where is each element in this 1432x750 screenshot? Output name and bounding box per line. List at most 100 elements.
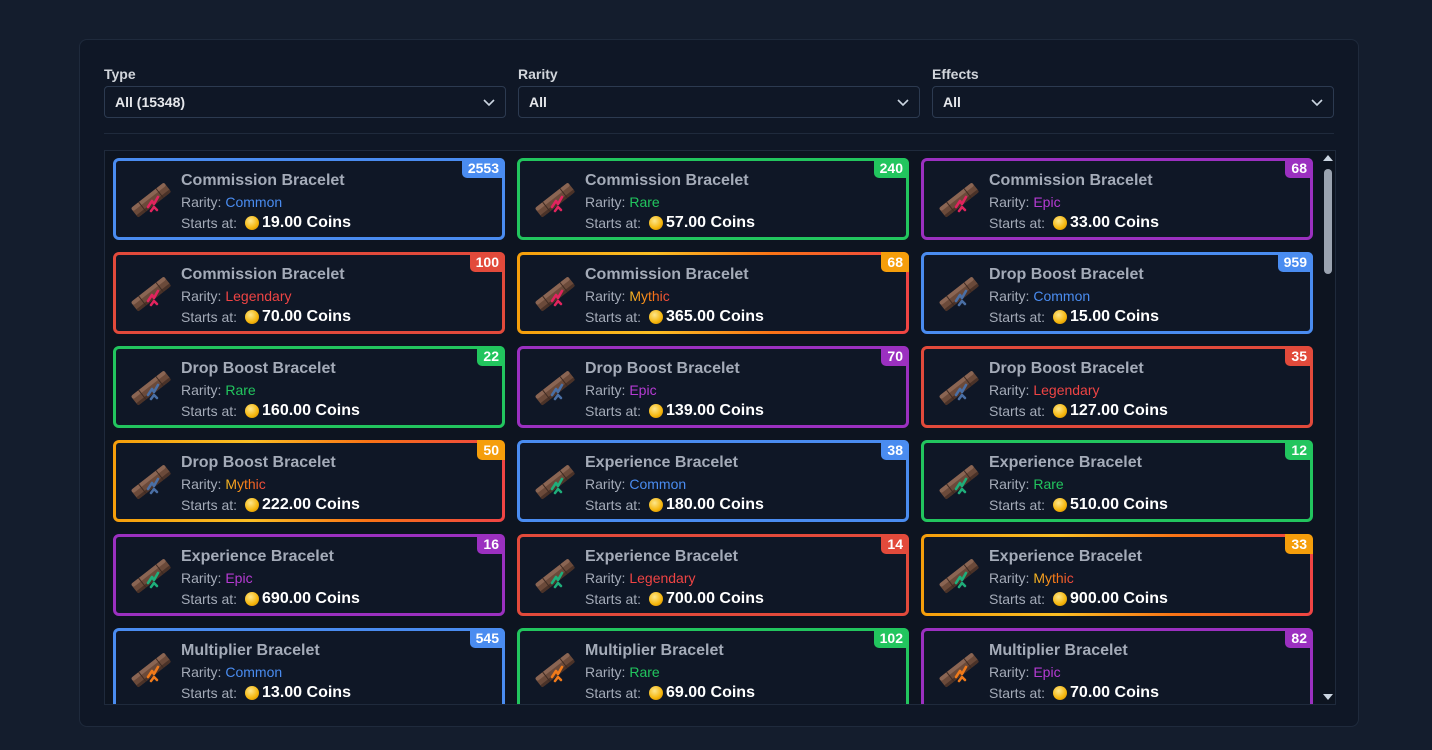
item-card[interactable]: 38 Experience Bracelet Rarity: Common Start…: [517, 440, 909, 522]
item-info: Drop Boost Bracelet Rarity: Mythic Starts …: [181, 453, 360, 515]
rarity-value: Rare: [1033, 476, 1064, 492]
item-card[interactable]: 2553 Commission Bracelet Rarity: Common Sta…: [113, 158, 505, 240]
item-price: 70.00 Coins: [262, 308, 351, 325]
count-badge: 12: [1285, 440, 1313, 460]
scroll-up-arrow-icon[interactable]: [1323, 155, 1333, 161]
item-name: Multiplier Bracelet: [989, 642, 1128, 659]
rarity-value: Rare: [225, 382, 256, 398]
item-card[interactable]: 33 Experience Bracelet Rarity: Mythic Start…: [921, 534, 1313, 616]
price-line: Starts at: 57.00 Coins: [585, 213, 755, 233]
item-card[interactable]: 12 Experience Bracelet Rarity: Rare Starts …: [921, 440, 1313, 522]
rarity-line: Rarity: Rare: [585, 192, 755, 212]
coin-icon: [649, 592, 664, 606]
type-filter-label: Type: [104, 66, 136, 82]
rarity-label: Rarity:: [989, 382, 1030, 398]
rarity-line: Rarity: Rare: [585, 662, 755, 682]
item-card[interactable]: 68 Commission Bracelet Rarity: Epic Starts …: [921, 158, 1313, 240]
multiplier-bracelet-icon: [532, 647, 578, 693]
starts-at-label: Starts at:: [585, 309, 642, 325]
rarity-label: Rarity:: [989, 476, 1030, 492]
rarity-line: Rarity: Epic: [989, 662, 1159, 682]
price-line: Starts at: 700.00 Coins: [585, 589, 764, 609]
item-card[interactable]: 22 Drop Boost Bracelet Rarity: Rare Starts …: [113, 346, 505, 428]
rarity-value: Legendary: [225, 288, 292, 304]
item-card[interactable]: 70 Drop Boost Bracelet Rarity: Epic Starts …: [517, 346, 909, 428]
rarity-line: Rarity: Common: [181, 192, 351, 212]
rarity-label: Rarity:: [181, 664, 222, 680]
starts-at-label: Starts at:: [181, 215, 238, 231]
coin-icon: [1053, 686, 1068, 700]
commission-bracelet-icon: [532, 177, 578, 223]
rarity-label: Rarity:: [585, 288, 626, 304]
coin-icon: [1053, 592, 1068, 606]
item-info: Drop Boost Bracelet Rarity: Common Starts …: [989, 265, 1159, 327]
item-list[interactable]: 2553 Commission Bracelet Rarity: Common Sta…: [104, 150, 1336, 705]
item-info: Experience Bracelet Rarity: Rare Starts at…: [989, 453, 1168, 515]
scrollbar[interactable]: [1321, 151, 1335, 704]
price-line: Starts at: 33.00 Coins: [989, 213, 1159, 233]
rarity-line: Rarity: Common: [585, 474, 764, 494]
drop-boost-bracelet-icon: [936, 271, 982, 317]
price-line: Starts at: 70.00 Coins: [181, 307, 351, 327]
coin-icon: [1053, 404, 1068, 418]
price-line: Starts at: 900.00 Coins: [989, 589, 1168, 609]
drop-boost-bracelet-icon: [532, 365, 578, 411]
experience-bracelet-icon: [936, 553, 982, 599]
item-card[interactable]: 545 Multiplier Bracelet Rarity: Common Star…: [113, 628, 505, 704]
item-card[interactable]: 102 Multiplier Bracelet Rarity: Rare Starts…: [517, 628, 909, 704]
rarity-line: Rarity: Legendary: [181, 286, 351, 306]
count-badge: 100: [469, 252, 505, 272]
item-info: Commission Bracelet Rarity: Epic Starts at…: [989, 171, 1159, 233]
scroll-down-arrow-icon[interactable]: [1323, 694, 1333, 700]
rarity-value: Mythic: [629, 288, 670, 304]
drop-boost-bracelet-icon: [936, 365, 982, 411]
coin-icon: [245, 404, 260, 418]
item-info: Drop Boost Bracelet Rarity: Legendary Star…: [989, 359, 1168, 421]
count-badge: 2553: [461, 158, 505, 178]
item-card[interactable]: 50 Drop Boost Bracelet Rarity: Mythic Start…: [113, 440, 505, 522]
item-name: Commission Bracelet: [181, 266, 345, 283]
item-info: Multiplier Bracelet Rarity: Epic Starts at…: [989, 641, 1159, 703]
rarity-line: Rarity: Mythic: [989, 568, 1168, 588]
item-card[interactable]: 68 Commission Bracelet Rarity: Mythic Start…: [517, 252, 909, 334]
item-card[interactable]: 14 Experience Bracelet Rarity: Legendary St…: [517, 534, 909, 616]
count-badge: 35: [1285, 346, 1313, 366]
rarity-value: Epic: [1033, 194, 1061, 210]
item-price: 15.00 Coins: [1070, 308, 1159, 325]
coin-icon: [649, 686, 664, 700]
rarity-label: Rarity:: [181, 194, 222, 210]
price-line: Starts at: 13.00 Coins: [181, 683, 351, 703]
count-badge: 545: [469, 628, 505, 648]
rarity-label: Rarity:: [989, 664, 1030, 680]
coin-icon: [1053, 310, 1068, 324]
rarity-line: Rarity: Epic: [989, 192, 1159, 212]
effects-select[interactable]: All: [932, 86, 1334, 118]
item-card[interactable]: 82 Multiplier Bracelet Rarity: Epic Starts …: [921, 628, 1313, 704]
starts-at-label: Starts at:: [181, 403, 238, 419]
item-name: Drop Boost Bracelet: [989, 266, 1144, 283]
starts-at-label: Starts at:: [585, 403, 642, 419]
type-select-value: All (15348): [115, 94, 186, 110]
starts-at-label: Starts at:: [181, 591, 238, 607]
rarity-label: Rarity:: [585, 570, 626, 586]
type-select[interactable]: All (15348): [104, 86, 506, 118]
rarity-line: Rarity: Epic: [181, 568, 360, 588]
item-price: 365.00 Coins: [666, 308, 764, 325]
experience-bracelet-icon: [936, 459, 982, 505]
starts-at-label: Starts at:: [181, 309, 238, 325]
item-card[interactable]: 100 Commission Bracelet Rarity: Legendary S…: [113, 252, 505, 334]
item-card[interactable]: 959 Drop Boost Bracelet Rarity: Common Star…: [921, 252, 1313, 334]
rarity-label: Rarity:: [989, 288, 1030, 304]
scrollbar-thumb[interactable]: [1324, 169, 1332, 274]
count-badge: 68: [881, 252, 909, 272]
rarity-select[interactable]: All: [518, 86, 920, 118]
item-card[interactable]: 240 Commission Bracelet Rarity: Rare Starts…: [517, 158, 909, 240]
chevron-down-icon: [897, 96, 909, 108]
item-price: 690.00 Coins: [262, 590, 360, 607]
item-card[interactable]: 16 Experience Bracelet Rarity: Epic Starts …: [113, 534, 505, 616]
item-price: 127.00 Coins: [1070, 402, 1168, 419]
item-price: 510.00 Coins: [1070, 496, 1168, 513]
rarity-value: Legendary: [1033, 382, 1100, 398]
price-line: Starts at: 19.00 Coins: [181, 213, 351, 233]
item-card[interactable]: 35 Drop Boost Bracelet Rarity: Legendary St…: [921, 346, 1313, 428]
